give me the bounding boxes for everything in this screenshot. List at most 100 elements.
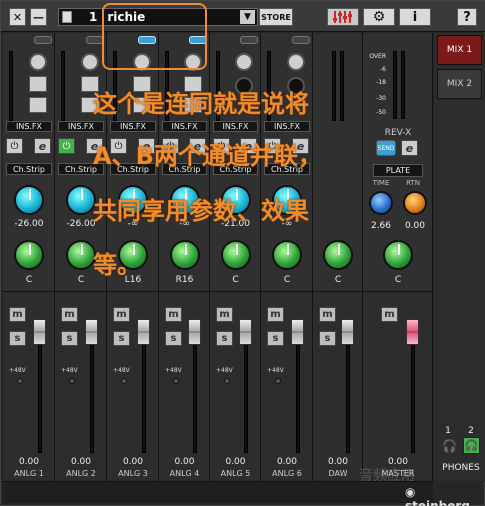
close-button[interactable]: ✕ xyxy=(9,8,26,26)
mix1-button[interactable]: MIX 1 xyxy=(437,35,482,65)
mixer-faders-icon xyxy=(333,11,352,23)
solo-button[interactable]: s xyxy=(9,331,26,346)
phantom-indicator[interactable] xyxy=(173,378,179,384)
meter-scale-50: -50 xyxy=(376,109,386,116)
channel-name: ANLG 6 xyxy=(272,469,302,478)
mute-button[interactable]: m xyxy=(61,307,78,322)
rtn-label: RTN xyxy=(406,179,420,187)
power-icon[interactable]: ⏻ xyxy=(58,138,75,154)
mute-button[interactable]: m xyxy=(216,307,233,322)
gain-trim-knob[interactable] xyxy=(287,53,305,71)
level-value: 0.00 xyxy=(327,457,349,467)
mixer-view-button[interactable] xyxy=(327,8,359,26)
phantom-label: +48V xyxy=(267,367,284,374)
phantom-indicator[interactable] xyxy=(224,378,230,384)
master-fader[interactable] xyxy=(406,319,419,345)
channel-fader[interactable] xyxy=(291,319,304,345)
phantom-label: +48V xyxy=(113,367,130,374)
master-mute-button[interactable]: m xyxy=(381,307,398,322)
solo-button[interactable]: s xyxy=(165,331,182,346)
settings-button[interactable]: ⚙ xyxy=(363,8,395,26)
reverb-return-knob[interactable] xyxy=(403,191,427,215)
headphones-2-icon[interactable]: 🎧 xyxy=(463,437,480,454)
pan-knob[interactable] xyxy=(272,240,302,270)
pan-knob[interactable] xyxy=(66,240,96,270)
pan-value: C xyxy=(283,275,291,285)
chstrip-button[interactable]: Ch.Strip xyxy=(6,163,52,175)
mute-button[interactable]: m xyxy=(165,307,182,322)
send-button[interactable]: SEND xyxy=(376,140,396,156)
mute-button[interactable]: m xyxy=(113,307,130,322)
channel-fader[interactable] xyxy=(341,319,354,345)
mute-button[interactable]: m xyxy=(319,307,336,322)
chevron-down-icon[interactable]: ▼ xyxy=(240,10,255,24)
phantom-indicator[interactable] xyxy=(69,378,75,384)
insfx-button[interactable]: INS.FX xyxy=(6,121,52,132)
reverb-type-plate[interactable]: PLATE xyxy=(373,164,423,177)
mute-button[interactable]: m xyxy=(9,307,26,322)
channel-name: ANLG 3 xyxy=(118,469,148,478)
insfx-button[interactable]: INS.FX xyxy=(264,121,310,132)
insfx-button[interactable]: INS.FX xyxy=(213,121,258,132)
dspmixfx-window: ✕ — 1 richie ▼ STORE ⚙ i ? INS.FX ⏻ e Ch.St… xyxy=(0,0,485,506)
phantom-indicator[interactable] xyxy=(121,378,127,384)
phantom-label: +48V xyxy=(216,367,233,374)
pan-knob[interactable] xyxy=(323,240,353,270)
edit-button[interactable]: e xyxy=(34,138,51,154)
solo-button[interactable]: s xyxy=(319,331,336,346)
gain-trim-knob[interactable] xyxy=(81,53,99,71)
knob-indicator xyxy=(29,244,31,255)
link-icon[interactable] xyxy=(292,36,310,44)
phantom-indicator[interactable] xyxy=(275,378,281,384)
pan-value: C xyxy=(25,275,33,285)
channel-fader[interactable] xyxy=(137,319,150,345)
phones-2-label: 2 xyxy=(468,426,474,436)
minimize-button[interactable]: — xyxy=(30,8,47,26)
phase-button[interactable] xyxy=(29,97,47,113)
reverb-time-knob[interactable] xyxy=(369,191,393,215)
mix2-button[interactable]: MIX 2 xyxy=(437,69,482,99)
solo-button[interactable]: s xyxy=(61,331,78,346)
power-icon[interactable]: ⏻ xyxy=(6,138,23,154)
link-icon[interactable] xyxy=(34,36,52,44)
master-meter-left xyxy=(393,51,397,119)
send-level-knob[interactable] xyxy=(14,185,44,215)
headphones-1-icon[interactable]: 🎧 xyxy=(442,439,457,453)
brand-name: steinberg xyxy=(405,499,470,506)
info-button[interactable]: i xyxy=(399,8,431,26)
insfx-button[interactable]: INS.FX xyxy=(110,121,156,132)
solo-button[interactable]: s xyxy=(216,331,233,346)
mute-button[interactable]: m xyxy=(267,307,284,322)
hpf-button[interactable] xyxy=(29,76,47,92)
link-icon[interactable] xyxy=(240,36,258,44)
revx-edit-button[interactable]: e xyxy=(401,140,418,156)
insfx-button[interactable]: INS.FX xyxy=(162,121,207,132)
pan-knob[interactable] xyxy=(14,240,44,270)
phantom-indicator[interactable] xyxy=(17,378,23,384)
knob-indicator xyxy=(338,244,340,255)
store-button[interactable]: STORE xyxy=(259,8,293,26)
meter-scale-6: -6 xyxy=(380,66,386,73)
master-pan-knob[interactable] xyxy=(383,240,413,270)
help-button[interactable]: ? xyxy=(457,8,477,26)
channel-fader[interactable] xyxy=(239,319,252,345)
channel-fader[interactable] xyxy=(188,319,201,345)
knob-indicator xyxy=(235,244,238,255)
send-level-knob[interactable] xyxy=(66,185,96,215)
gain-trim-knob[interactable] xyxy=(29,53,47,71)
channel-fader[interactable] xyxy=(33,319,46,345)
insfx-button[interactable]: INS.FX xyxy=(58,121,104,132)
gain-trim-knob[interactable] xyxy=(235,53,253,71)
knob-indicator xyxy=(81,189,83,200)
preset-number: 1 xyxy=(89,10,98,24)
pan-knob[interactable] xyxy=(220,240,251,270)
document-icon xyxy=(62,11,72,23)
pan-knob[interactable] xyxy=(169,240,200,270)
solo-button[interactable]: s xyxy=(267,331,284,346)
solo-button[interactable]: s xyxy=(113,331,130,346)
level-value: 0.00 xyxy=(276,457,298,467)
channel-fader[interactable] xyxy=(85,319,98,345)
level-value: 0.00 xyxy=(122,457,144,467)
knob-indicator xyxy=(81,244,83,255)
phantom-label: +48V xyxy=(9,367,26,374)
